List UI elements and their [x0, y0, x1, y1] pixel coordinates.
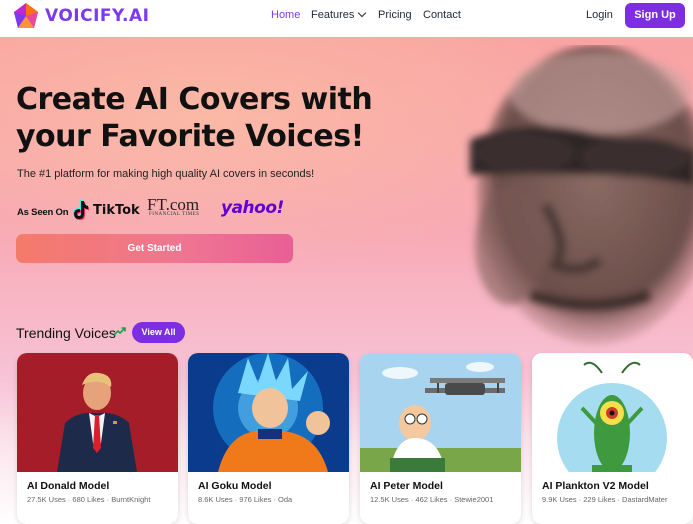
hero-section: Create AI Covers with your Favorite Voic… [0, 37, 693, 524]
card-title: AI Plankton V2 Model [542, 480, 649, 492]
goku-image [188, 353, 349, 472]
logo-icon[interactable] [12, 2, 40, 30]
as-seen-on-label: As Seen On [17, 207, 69, 218]
hero-headline: Create AI Covers with your Favorite Voic… [16, 81, 376, 155]
tiktok-logo: TikTok [93, 203, 140, 218]
card-meta: 12.5K Uses · 462 Likes · Stewie2001 [370, 495, 494, 504]
tiktok-icon [73, 200, 89, 220]
nav-features-label: Features [311, 9, 355, 21]
card-title: AI Goku Model [198, 480, 272, 492]
nav-pricing[interactable]: Pricing [378, 9, 412, 21]
card-meta: 27.5K Uses · 680 Likes · BurntKnight [27, 495, 151, 504]
nav-home[interactable]: Home [271, 9, 300, 21]
brand-name[interactable]: VOICIFY.AI [45, 6, 150, 26]
peter-image [360, 353, 521, 472]
yahoo-logo: yahoo! [221, 198, 284, 218]
view-all-button[interactable]: View All [132, 322, 185, 343]
hero-face-image [470, 45, 693, 345]
donald-image [17, 353, 178, 472]
trending-up-icon [113, 327, 126, 336]
top-nav: VOICIFY.AI Home Features Pricing Contact… [0, 0, 693, 32]
login-link[interactable]: Login [586, 9, 613, 21]
voice-card-goku[interactable]: AI Goku Model 8.6K Uses · 976 Likes · Od… [188, 353, 349, 524]
chevron-down-icon [358, 8, 367, 18]
get-started-button[interactable]: Get Started [16, 234, 293, 263]
hero-headline-line2: your Favorite Voices! [16, 119, 364, 154]
card-title: AI Donald Model [27, 480, 110, 492]
plankton-image [532, 353, 693, 472]
card-title: AI Peter Model [370, 480, 443, 492]
trending-title: Trending Voices [16, 325, 116, 341]
nav-contact[interactable]: Contact [423, 9, 461, 21]
hero-headline-line1: Create AI Covers with [16, 82, 373, 117]
ft-sub-logo: FINANCIAL TIMES [149, 212, 200, 217]
voice-card-peter[interactable]: AI Peter Model 12.5K Uses · 462 Likes · … [360, 353, 521, 524]
signup-button[interactable]: Sign Up [625, 3, 685, 28]
voice-card-plankton[interactable]: AI Plankton V2 Model 9.9K Uses · 229 Lik… [532, 353, 693, 524]
hero-subtitle: The #1 platform for making high quality … [17, 168, 315, 180]
card-meta: 9.9K Uses · 229 Likes · DastardMater [542, 495, 668, 504]
nav-features[interactable]: Features [311, 8, 367, 21]
voice-card-donald[interactable]: AI Donald Model 27.5K Uses · 680 Likes ·… [17, 353, 178, 524]
card-meta: 8.6K Uses · 976 Likes · Oda [198, 495, 293, 504]
